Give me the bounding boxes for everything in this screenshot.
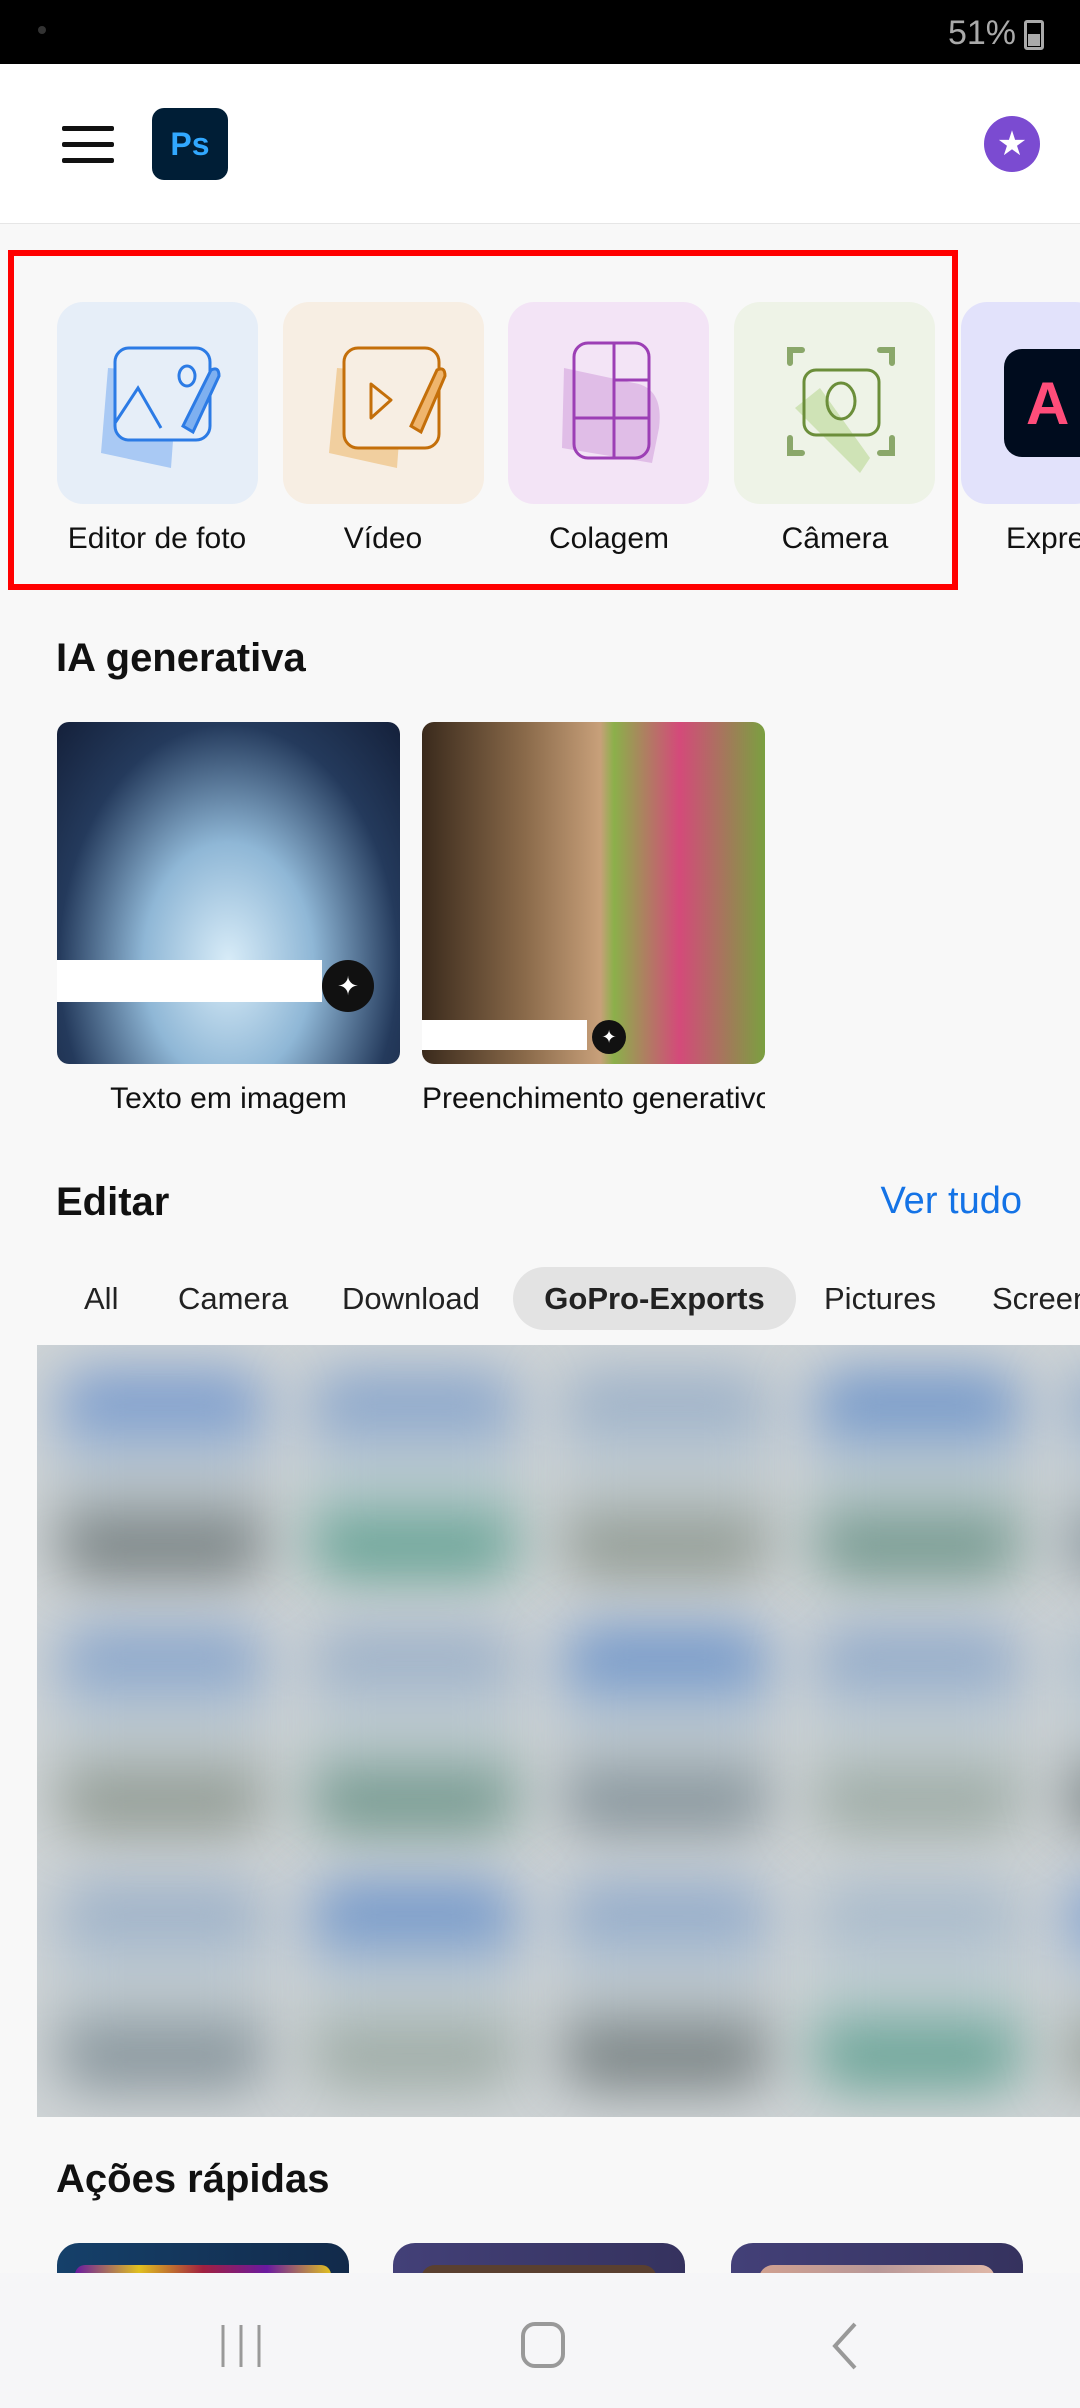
battery-percent: 51% xyxy=(947,14,1016,52)
battery-icon xyxy=(1024,20,1044,50)
photo-edit-icon xyxy=(100,346,221,468)
photo-thumbnail[interactable] xyxy=(813,1885,1023,2085)
photo-thumbnail[interactable] xyxy=(309,1375,519,1575)
photo-grid[interactable] xyxy=(37,1345,1080,2117)
tool-video[interactable] xyxy=(283,302,484,504)
tool-label: Expre xyxy=(1006,522,1080,555)
photo-thumbnail[interactable] xyxy=(813,1630,1023,1830)
section-title-edit: Editar xyxy=(56,1180,170,1224)
collage-icon xyxy=(561,341,660,463)
photo-thumbnail[interactable] xyxy=(1065,1885,1080,2085)
star-icon[interactable]: ★ xyxy=(984,116,1040,172)
adobe-express-icon: A xyxy=(1004,349,1080,457)
photo-thumbnail[interactable] xyxy=(309,1885,519,2085)
camera-dot xyxy=(38,26,46,34)
folder-chip-gopro-exports[interactable]: GoPro-Exports xyxy=(513,1267,796,1330)
system-nav-bar xyxy=(0,2273,1080,2408)
photo-thumbnail[interactable] xyxy=(561,1375,771,1575)
photo-thumbnail[interactable] xyxy=(561,1885,771,2085)
tool-label: Vídeo xyxy=(343,522,423,555)
video-edit-icon xyxy=(328,346,447,468)
recent-apps-icon[interactable] xyxy=(220,2323,262,2369)
photo-thumbnail[interactable] xyxy=(57,1375,267,1575)
camera-icon xyxy=(786,347,895,473)
card-overlay xyxy=(422,1020,587,1050)
photo-thumbnail[interactable] xyxy=(561,1630,771,1830)
gen-card-label: Texto em imagem xyxy=(110,1082,347,1115)
section-title-generative: IA generativa xyxy=(56,636,306,680)
home-icon[interactable] xyxy=(520,2321,568,2369)
folder-chip-camera[interactable]: Camera xyxy=(148,1267,318,1330)
photo-thumbnail[interactable] xyxy=(309,1630,519,1830)
back-icon[interactable] xyxy=(830,2321,860,2371)
gen-card-generative-fill[interactable]: ✦ xyxy=(422,722,765,1064)
folder-chip-pictures[interactable]: Pictures xyxy=(794,1267,966,1330)
photo-thumbnail[interactable] xyxy=(813,1375,1023,1575)
gen-card-label: Preenchimento generativo xyxy=(422,1082,765,1115)
tool-label: Colagem xyxy=(548,522,670,555)
tool-label: Câmera xyxy=(781,522,889,555)
photo-thumbnail[interactable] xyxy=(57,1885,267,2085)
photoshop-logo: Ps xyxy=(152,108,228,180)
gen-card-text-to-image[interactable]: ✦ xyxy=(57,722,400,1064)
photo-thumbnail[interactable] xyxy=(57,1630,267,1830)
status-bar: 51% xyxy=(0,0,1080,64)
tool-collage[interactable] xyxy=(508,302,709,504)
tool-camera[interactable] xyxy=(734,302,935,504)
tool-label: Editor de foto xyxy=(67,522,247,555)
see-all-link[interactable]: Ver tudo xyxy=(880,1180,1022,1223)
tool-express[interactable]: A xyxy=(961,302,1080,504)
photo-thumbnail[interactable] xyxy=(1065,1630,1080,1830)
folder-chip-all[interactable]: All xyxy=(54,1267,148,1330)
hamburger-icon[interactable] xyxy=(56,120,120,170)
section-title-quick-actions: Ações rápidas xyxy=(56,2157,330,2201)
sparkle-icon: ✦ xyxy=(322,960,374,1012)
photo-thumbnail[interactable] xyxy=(1065,1375,1080,1575)
folder-chip-screen[interactable]: Screen xyxy=(962,1267,1080,1330)
card-overlay xyxy=(57,960,322,1002)
sparkle-icon: ✦ xyxy=(592,1020,626,1054)
folder-chip-download[interactable]: Download xyxy=(312,1267,510,1330)
tool-photo-editor[interactable] xyxy=(57,302,258,504)
